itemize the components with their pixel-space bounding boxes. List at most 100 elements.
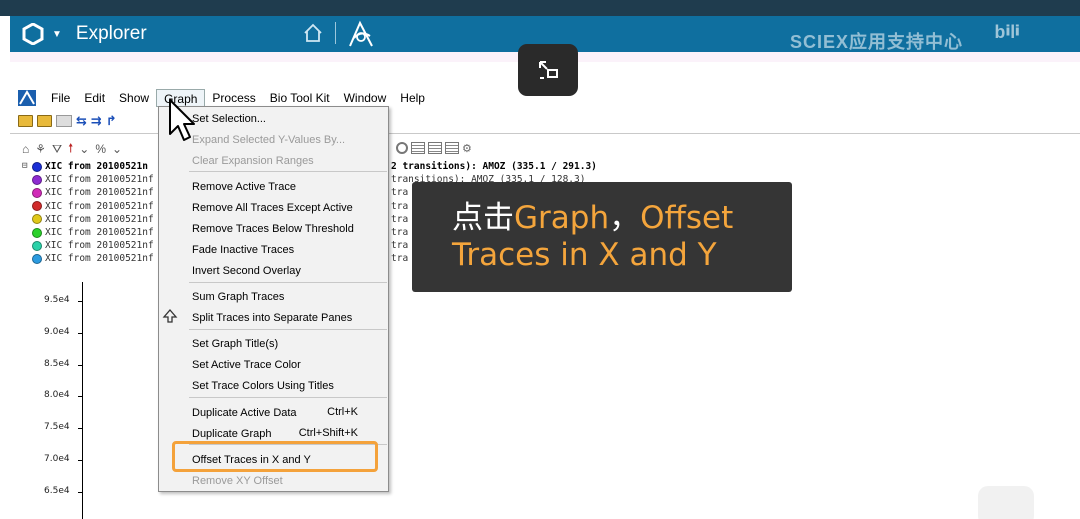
legend-row[interactable]: XIC from 20100521nf xyxy=(22,186,154,199)
menu-bio-tool-kit[interactable]: Bio Tool Kit xyxy=(263,89,337,107)
collapse-icon xyxy=(539,61,558,79)
graph-menu-item[interactable]: Remove Traces Below Threshold xyxy=(192,222,354,236)
open-folder-icon[interactable] xyxy=(18,115,33,127)
y-tick-label: 8.5e4 xyxy=(44,358,70,369)
graph-menu-item[interactable]: Remove All Traces Except Active xyxy=(192,201,353,215)
y-tick-label: 6.5e4 xyxy=(44,485,70,496)
pane-tree-icon[interactable]: ⚘ xyxy=(35,142,46,156)
layout-icon-3[interactable] xyxy=(445,142,459,154)
home-icon[interactable] xyxy=(302,22,324,44)
menu-bar: File Edit Show Graph Process Bio Tool Ki… xyxy=(18,88,432,108)
graph-settings-icon[interactable]: ⚙ xyxy=(462,142,472,155)
graph-menu-item[interactable]: Sum Graph Traces xyxy=(192,290,284,304)
trace-color-dot xyxy=(32,214,42,225)
menu-window[interactable]: Window xyxy=(337,89,394,107)
pane-percent-icon[interactable]: % xyxy=(95,142,106,156)
app-title: Explorer xyxy=(75,23,147,44)
toolbar: ⇆ ⇉ ↱ xyxy=(18,112,117,130)
trace-color-dot xyxy=(32,188,42,198)
trace-color-dot xyxy=(32,174,42,185)
y-tick-mark xyxy=(78,364,83,366)
graph-menu-item[interactable]: Set Selection... xyxy=(192,112,266,126)
graph-menu-item[interactable]: Set Trace Colors Using Titles xyxy=(192,379,334,393)
split-arrow-icon xyxy=(162,309,178,323)
trace-color-dot xyxy=(32,161,42,172)
graph-menu-item[interactable]: Expand Selected Y-Values By... xyxy=(192,133,345,147)
analyst-app-icon[interactable] xyxy=(18,90,36,106)
legend-row[interactable]: XIC from 20100521nf xyxy=(22,252,154,265)
legend-label: XIC from 20100521nf xyxy=(45,174,154,186)
bilibili-logo: ᵇⁱˡⁱ xyxy=(995,20,1021,50)
trace-color-dot xyxy=(32,227,42,238)
menu-file[interactable]: File xyxy=(44,89,77,107)
y-tick-mark xyxy=(78,491,83,493)
trace-color-dot xyxy=(32,240,42,251)
chevron-down-icon[interactable]: ▼ xyxy=(52,29,62,40)
graph-menu-item[interactable]: Split Traces into Separate Panes xyxy=(192,311,352,325)
arrow-left-icon[interactable]: ⇆ xyxy=(76,113,87,129)
legend-row[interactable]: XIC from 20100521nf xyxy=(22,173,154,186)
menu-separator xyxy=(189,282,387,283)
graph-menu-item[interactable]: Set Graph Title(s) xyxy=(192,337,278,351)
pane-home-icon[interactable]: ⌂ xyxy=(22,142,29,156)
window-top-strip xyxy=(0,0,1080,16)
graph-menu-item[interactable]: Remove Active Trace xyxy=(192,180,296,194)
graph-menu-item[interactable]: Clear Expansion Ranges xyxy=(192,154,314,168)
graph-menu-item[interactable]: Fade Inactive Traces xyxy=(192,243,294,257)
new-document-icon[interactable] xyxy=(56,115,72,127)
header-divider xyxy=(335,22,336,44)
legend-row[interactable]: ⊟ XIC from 20100521n xyxy=(22,160,154,173)
legend-row[interactable]: XIC from 20100521nf xyxy=(22,226,154,239)
graph-menu-item[interactable]: Remove XY Offset xyxy=(192,474,283,488)
legend-label: XIC from 20100521nf xyxy=(45,240,154,252)
pane-toolbar: ⌂ ⚘ ⛛ 🠕 ⌄ % ⌄ xyxy=(22,141,122,157)
zoom-icon[interactable] xyxy=(396,142,408,154)
menu-show[interactable]: Show xyxy=(112,89,156,107)
y-tick-mark xyxy=(78,460,83,461)
legend-row[interactable]: XIC from 20100521nf xyxy=(22,200,154,213)
collapse-window-button[interactable] xyxy=(518,44,578,96)
legend-label: XIC from 20100521n xyxy=(45,161,148,172)
sciex-analytics-icon[interactable] xyxy=(346,20,376,48)
tree-collapse-icon[interactable]: ⊟ xyxy=(22,160,32,173)
pane-up-arrow-icon[interactable]: 🠕 xyxy=(68,139,73,160)
caption-comma: ， xyxy=(609,200,641,236)
legend-label: XIC from 20100521nf xyxy=(45,187,154,199)
hexagon-logo-icon[interactable] xyxy=(22,23,44,45)
highlight-box xyxy=(172,441,378,472)
menu-shortcut: Ctrl+Shift+K xyxy=(298,427,358,439)
graph-menu-item[interactable]: Duplicate Active Data xyxy=(192,406,297,420)
legend-label: XIC from 20100521nf xyxy=(45,213,154,225)
legend-row[interactable]: XIC from 20100521nf xyxy=(22,213,154,226)
y-tick-mark xyxy=(78,428,83,430)
open-data-icon[interactable] xyxy=(37,115,52,127)
arrow-jump-icon[interactable]: ↱ xyxy=(106,113,117,129)
legend-label: XIC from 20100521nf xyxy=(45,227,154,239)
caption-graph: Graph xyxy=(514,200,610,236)
y-tick-mark xyxy=(78,301,83,302)
layout-icon-2[interactable] xyxy=(428,142,442,154)
legend-row[interactable]: XIC from 20100521nf xyxy=(22,239,154,252)
graph-menu-item[interactable]: Invert Second Overlay xyxy=(192,264,301,278)
y-tick-label: 7.0e4 xyxy=(44,454,70,464)
graph-dropdown-menu: Set Selection... Expand Selected Y-Values… xyxy=(158,106,389,492)
pane-dropdown2-icon[interactable]: ⌄ xyxy=(112,142,122,156)
menu-help[interactable]: Help xyxy=(393,89,432,107)
trace-color-dot xyxy=(32,201,42,212)
menu-separator xyxy=(189,329,387,330)
y-axis-line xyxy=(82,282,83,519)
layout-icon-1[interactable] xyxy=(411,142,425,154)
watermark-text: SCIEX应用支持中心 xyxy=(790,32,964,52)
menu-edit[interactable]: Edit xyxy=(77,89,112,107)
graph-menu-item[interactable]: Set Active Trace Color xyxy=(192,358,301,372)
tutorial-caption: 点击Graph，Offset Traces in X and Y xyxy=(412,182,792,292)
pane-dropdown-icon[interactable]: ⌄ xyxy=(79,142,89,156)
y-tick-label: 8.0e4 xyxy=(44,390,70,401)
pane-peak-icon[interactable]: ⛛ xyxy=(52,142,62,157)
graph-menu-item[interactable]: Duplicate Graph xyxy=(192,427,272,441)
menu-process[interactable]: Process xyxy=(205,89,262,107)
video-play-icon[interactable] xyxy=(978,486,1034,519)
y-tick-label: 9.5e4 xyxy=(44,295,70,305)
legend-label: XIC from 20100521nf xyxy=(45,253,154,265)
arrow-right-icon[interactable]: ⇉ xyxy=(91,113,102,129)
